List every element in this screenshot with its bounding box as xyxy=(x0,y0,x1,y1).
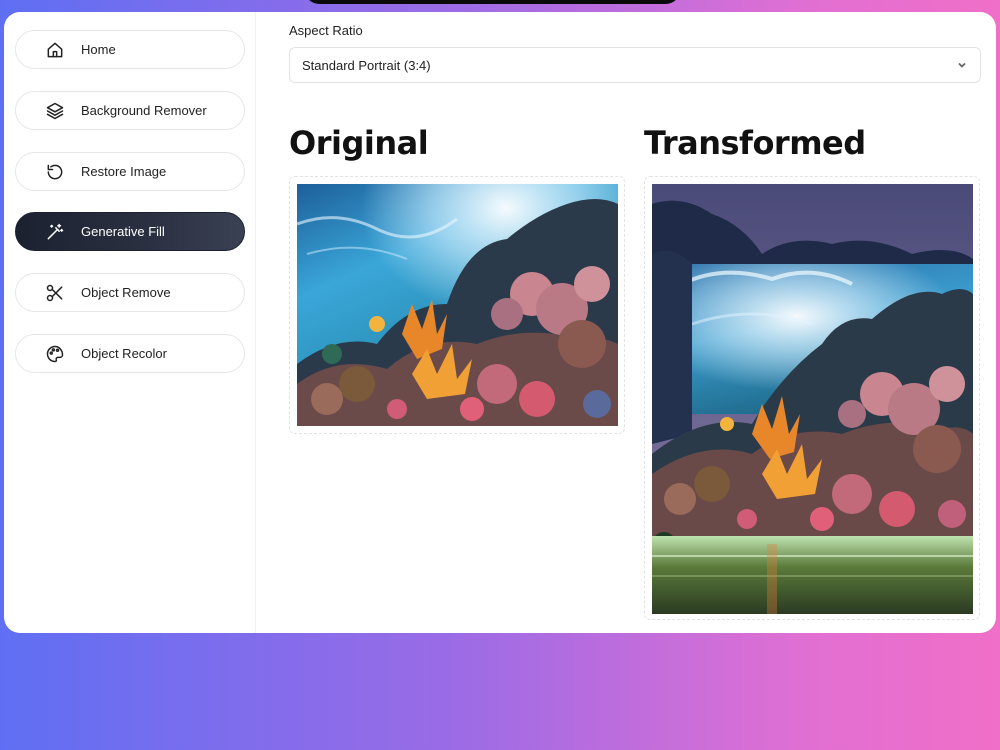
sidebar-item-object-recolor[interactable]: Object Recolor xyxy=(15,334,245,373)
sidebar-item-label: Generative Fill xyxy=(81,224,165,239)
restore-icon xyxy=(44,161,66,183)
sidebar: Home Background Remover Restore Image Ge… xyxy=(4,12,256,633)
sidebar-item-label: Background Remover xyxy=(81,103,207,118)
aspect-ratio-label: Aspect Ratio xyxy=(289,23,363,38)
layers-icon xyxy=(44,100,66,122)
sidebar-item-home[interactable]: Home xyxy=(15,30,245,69)
sidebar-item-label: Home xyxy=(81,42,116,57)
scissors-icon xyxy=(44,282,66,304)
chevron-down-icon xyxy=(956,59,968,71)
sidebar-item-object-remove[interactable]: Object Remove xyxy=(15,273,245,312)
sidebar-item-label: Restore Image xyxy=(81,164,167,179)
sidebar-item-background-remover[interactable]: Background Remover xyxy=(15,91,245,130)
main-content: Aspect Ratio Standard Portrait (3:4) Ori… xyxy=(256,12,996,633)
device-notch xyxy=(305,0,680,4)
sidebar-item-restore-image[interactable]: Restore Image xyxy=(15,152,245,191)
sidebar-item-generative-fill[interactable]: Generative Fill xyxy=(15,212,245,251)
original-image xyxy=(297,184,618,426)
transformed-image xyxy=(652,184,973,614)
original-heading: Original xyxy=(289,124,429,162)
palette-icon xyxy=(44,343,66,365)
aspect-ratio-select[interactable]: Standard Portrait (3:4) xyxy=(289,47,981,83)
aspect-ratio-value: Standard Portrait (3:4) xyxy=(302,57,431,73)
sidebar-item-label: Object Recolor xyxy=(81,346,167,361)
home-icon xyxy=(44,39,66,61)
sidebar-item-label: Object Remove xyxy=(81,285,171,300)
app-window: Home Background Remover Restore Image Ge… xyxy=(4,12,996,633)
magic-wand-icon xyxy=(44,221,66,243)
transformed-heading: Transformed xyxy=(644,124,866,162)
